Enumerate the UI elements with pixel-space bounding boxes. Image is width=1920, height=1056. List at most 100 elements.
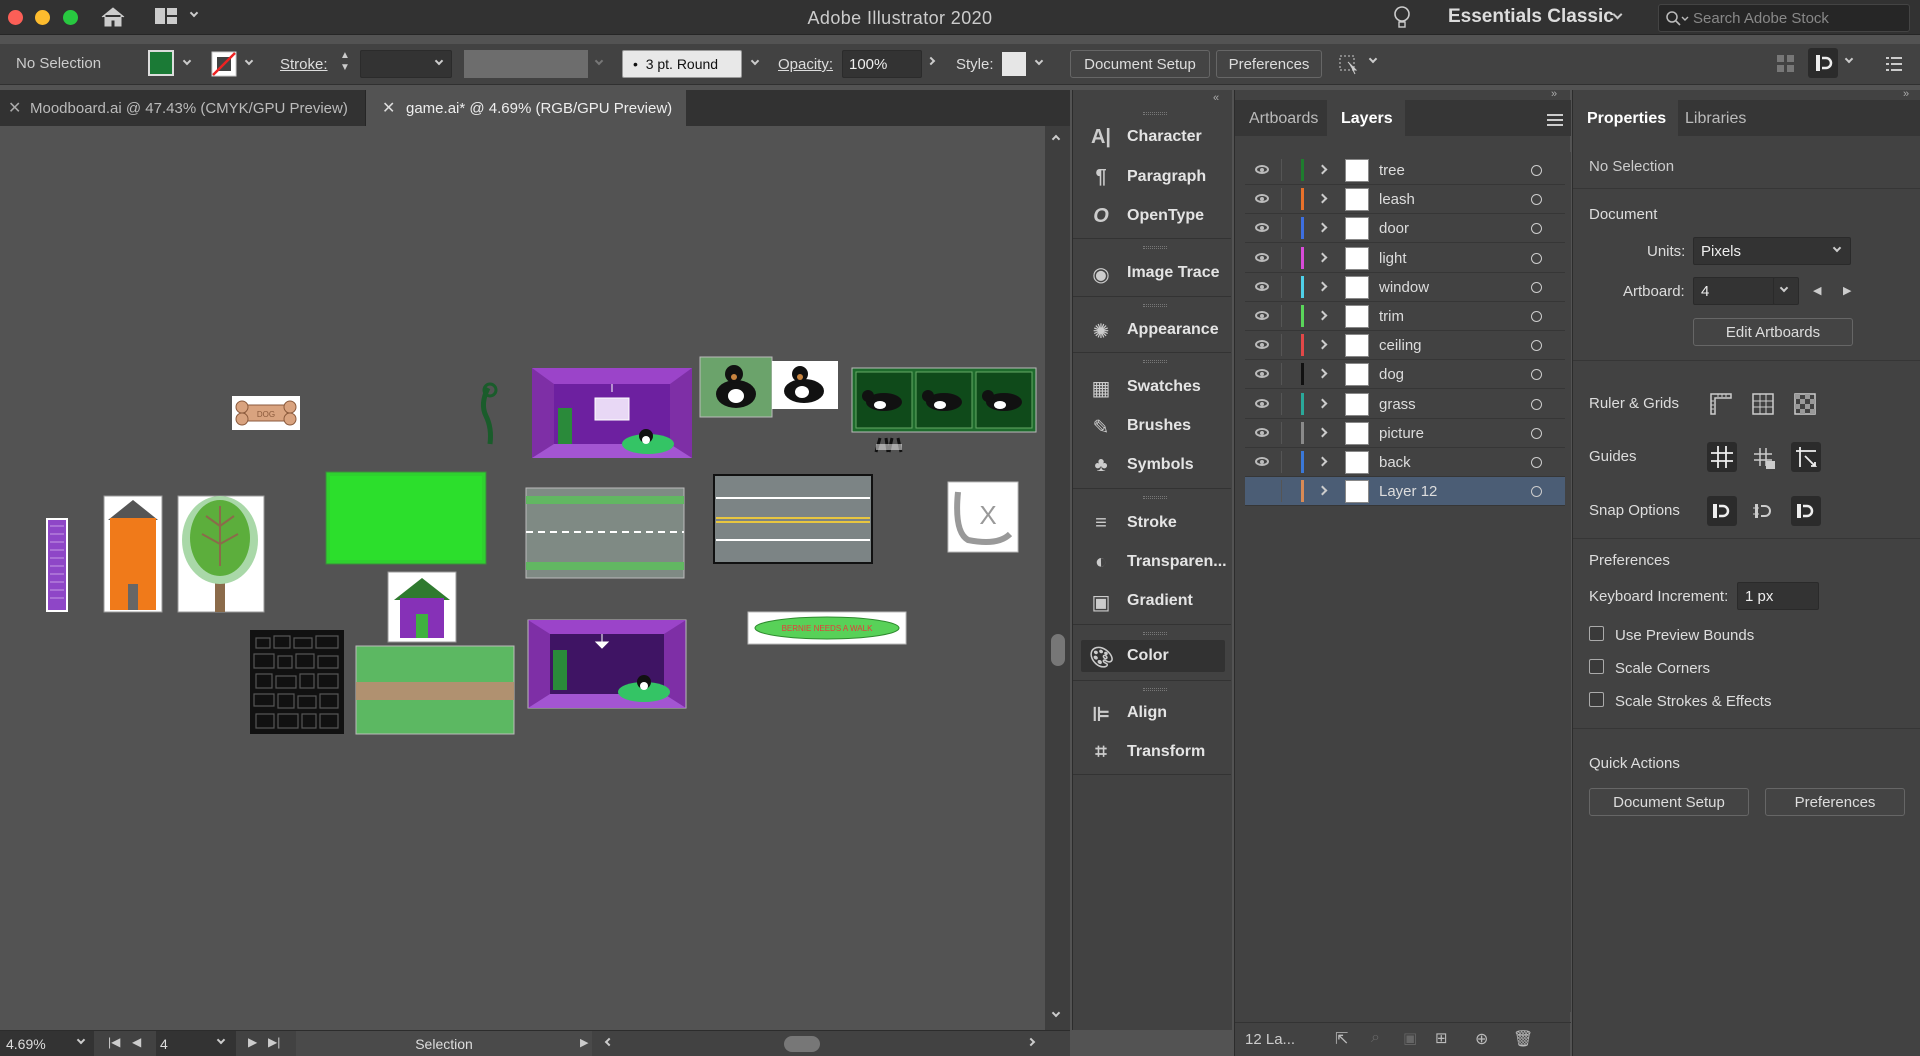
brush-chevron-icon[interactable] <box>750 56 760 66</box>
panel-grip[interactable] <box>1143 112 1167 115</box>
lock-column[interactable] <box>1281 305 1282 327</box>
lock-column[interactable] <box>1281 421 1282 444</box>
layer-row[interactable]: back <box>1245 448 1565 477</box>
artboard-dog-sprites[interactable] <box>851 367 1037 433</box>
expand-chevron-icon[interactable] <box>1317 222 1328 233</box>
transform-icon[interactable] <box>1336 52 1360 76</box>
panel-transform[interactable]: ⌗ Transform <box>1089 739 1229 767</box>
next-artboard-icon[interactable]: ▶ <box>248 1035 257 1049</box>
panel-transparency[interactable]: ◐ Transparen... <box>1089 549 1229 577</box>
panel-grip[interactable] <box>1143 496 1167 499</box>
lock-column[interactable] <box>1281 392 1282 415</box>
target-circle-icon[interactable] <box>1531 165 1542 176</box>
smart-guides-button[interactable] <box>1791 442 1821 472</box>
export-icon[interactable]: ⇱ <box>1335 1029 1348 1049</box>
expand-chevron-icon[interactable] <box>1317 427 1328 438</box>
fill-color-swatch[interactable] <box>148 50 174 76</box>
panel-grip[interactable] <box>1143 632 1167 635</box>
dog-legs-sprites[interactable] <box>874 437 903 453</box>
next-artboard-icon[interactable]: ▶ <box>1843 284 1851 297</box>
transparency-grid-icon[interactable] <box>1793 392 1817 416</box>
scale-corners-checkbox[interactable] <box>1589 659 1604 674</box>
artboard-dropdown[interactable] <box>1773 277 1799 305</box>
target-circle-icon[interactable] <box>1531 427 1542 439</box>
visibility-eye-icon[interactable] <box>1255 369 1269 379</box>
artboard-room-top[interactable] <box>532 368 692 458</box>
expand-chevron-icon[interactable] <box>1317 310 1328 321</box>
current-tool-status[interactable]: Selection <box>296 1031 592 1056</box>
scroll-down-icon[interactable] <box>1051 1008 1061 1018</box>
collapse-dock-icon[interactable]: « <box>1213 92 1219 104</box>
scroll-thumb[interactable] <box>1051 634 1065 666</box>
stroke-weight-field[interactable] <box>360 50 452 78</box>
show-guides-button[interactable] <box>1707 442 1737 472</box>
previous-artboard-icon[interactable]: ◀ <box>132 1035 141 1049</box>
visibility-eye-icon[interactable] <box>1255 340 1269 350</box>
keyboard-increment-field[interactable]: 1 px <box>1737 582 1819 610</box>
panel-opentype[interactable]: O OpenType <box>1089 203 1229 231</box>
quick-preferences-button[interactable]: Preferences <box>1765 788 1905 816</box>
lock-column[interactable] <box>1281 275 1282 298</box>
edit-artboards-button[interactable]: Edit Artboards <box>1693 318 1853 346</box>
tab-moodboard[interactable]: ✕ Moodboard.ai @ 47.43% (CMYK/GPU Previe… <box>0 90 366 126</box>
visibility-eye-icon[interactable] <box>1255 223 1269 233</box>
snap-to-point-button[interactable] <box>1707 496 1737 526</box>
target-circle-icon[interactable] <box>1531 311 1542 322</box>
lock-column[interactable] <box>1281 480 1282 503</box>
preferences-button[interactable]: Preferences <box>1216 50 1322 78</box>
panel-character[interactable]: A| Character <box>1089 124 1229 152</box>
target-circle-icon[interactable] <box>1531 223 1542 235</box>
panel-menu-icon[interactable] <box>1884 54 1904 74</box>
brush-definition-field[interactable]: • 3 pt. Round <box>622 50 742 78</box>
visibility-eye-icon[interactable] <box>1255 165 1269 174</box>
trash-icon[interactable]: 🗑︎ <box>1513 1029 1533 1049</box>
use-preview-bounds-checkbox[interactable] <box>1589 626 1604 641</box>
document-setup-button[interactable]: Document Setup <box>1070 50 1210 78</box>
expand-chevron-icon[interactable] <box>1317 252 1328 263</box>
stroke-stepper[interactable]: ▲ ▼ <box>340 50 354 78</box>
panel-grip[interactable] <box>1143 688 1167 691</box>
expand-chevron-icon[interactable] <box>1317 193 1328 204</box>
transform-chevron-icon[interactable] <box>1368 54 1378 64</box>
previous-artboard-icon[interactable]: ◀ <box>1813 284 1821 297</box>
search-stock-input[interactable]: Search Adobe Stock <box>1658 4 1910 32</box>
layer-row[interactable]: tree <box>1245 156 1565 185</box>
opacity-field[interactable]: 100% <box>842 50 922 78</box>
snap-to-pixel-button[interactable] <box>1791 496 1821 526</box>
opacity-label[interactable]: Opacity: <box>778 56 833 73</box>
lock-column[interactable] <box>1281 334 1282 357</box>
expand-chevron-icon[interactable] <box>1317 456 1328 467</box>
tab-layers[interactable]: Layers <box>1327 100 1405 136</box>
panel-grip[interactable] <box>1143 246 1167 249</box>
collapse-panel-icon[interactable]: » <box>1551 88 1557 100</box>
layer-row[interactable]: window <box>1245 273 1565 302</box>
panel-symbols[interactable]: ♣ Symbols <box>1089 452 1229 480</box>
layer-row[interactable]: leash <box>1245 185 1565 215</box>
expand-chevron-icon[interactable] <box>1317 164 1328 175</box>
panel-appearance[interactable]: ✺ Appearance <box>1089 317 1229 345</box>
layer-row[interactable]: picture <box>1245 419 1565 448</box>
locate-object-icon[interactable]: ⌕ <box>1371 1029 1380 1047</box>
panel-grip[interactable] <box>1143 360 1167 363</box>
panel-gradient[interactable]: ▣ Gradient <box>1089 588 1229 616</box>
target-circle-icon[interactable] <box>1531 340 1542 352</box>
stroke-none-swatch[interactable] <box>210 50 238 78</box>
visibility-eye-icon[interactable] <box>1255 194 1269 204</box>
lock-guides-icon[interactable] <box>1751 445 1777 471</box>
target-circle-icon[interactable] <box>1531 486 1542 498</box>
panel-stroke[interactable]: ≡ Stroke <box>1089 510 1229 538</box>
target-circle-icon[interactable] <box>1531 194 1542 206</box>
target-circle-icon[interactable] <box>1531 369 1542 381</box>
artboard-navigator-field[interactable]: 4 <box>156 1031 236 1056</box>
scroll-up-icon[interactable] <box>1051 134 1061 144</box>
panel-image-trace[interactable]: ◉ Image Trace <box>1089 260 1229 288</box>
target-circle-icon[interactable] <box>1531 252 1542 264</box>
last-artboard-icon[interactable]: ▶| <box>268 1035 280 1049</box>
panel-paragraph[interactable]: ¶ Paragraph <box>1089 164 1229 192</box>
visibility-eye-icon[interactable] <box>1255 427 1269 437</box>
artboard-canvas[interactable]: DOG X BERNIE NEEDS A WALK <box>0 126 1045 1030</box>
lock-column[interactable] <box>1281 363 1282 386</box>
layer-row[interactable]: Layer 12 <box>1245 477 1565 507</box>
clipping-mask-icon[interactable]: ▣ <box>1403 1029 1417 1047</box>
scroll-right-icon[interactable] <box>1026 1037 1036 1047</box>
